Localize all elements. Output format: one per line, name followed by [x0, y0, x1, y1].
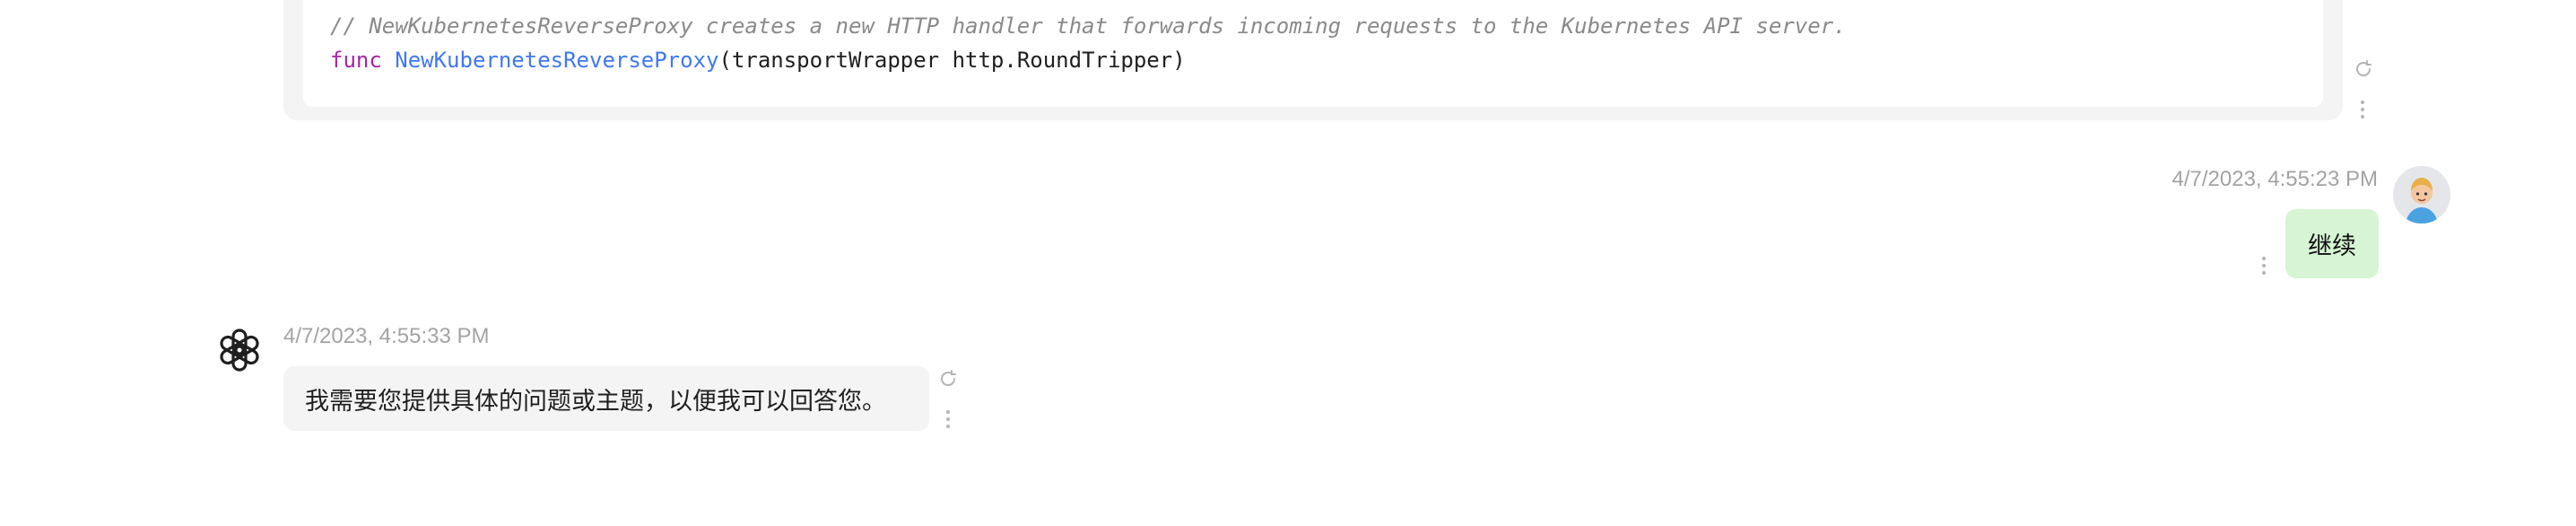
code-message: // NewKubernetesReverseProxy creates a n… [283, 0, 2343, 120]
user-message-bubble: 继续 [2285, 209, 2379, 278]
more-vertical-icon[interactable] [2258, 255, 2270, 276]
openai-logo-icon [213, 323, 266, 377]
refresh-icon[interactable] [938, 369, 958, 389]
assistant-message-timestamp: 4/7/2023, 4:55:33 PM [283, 324, 490, 348]
assistant-message-bubble: 我需要您提供具体的问题或主题，以便我可以回答您。 [283, 366, 929, 431]
code-params: (transportWrapper http.RoundTripper) [718, 48, 1186, 73]
refresh-icon[interactable] [2354, 59, 2373, 79]
code-function-name: NewKubernetesReverseProxy [395, 48, 719, 73]
more-vertical-icon[interactable] [2356, 99, 2369, 120]
user-avatar[interactable] [2393, 166, 2450, 224]
user-message-timestamp: 4/7/2023, 4:55:23 PM [2171, 167, 2379, 191]
code-keyword: func [330, 48, 382, 73]
more-vertical-icon[interactable] [942, 408, 954, 430]
code-comment: // NewKubernetesReverseProxy creates a n… [330, 13, 1847, 39]
code-block: // NewKubernetesReverseProxy creates a n… [303, 0, 2323, 107]
code-signature: func NewKubernetesReverseProxy(transport… [330, 48, 1186, 73]
